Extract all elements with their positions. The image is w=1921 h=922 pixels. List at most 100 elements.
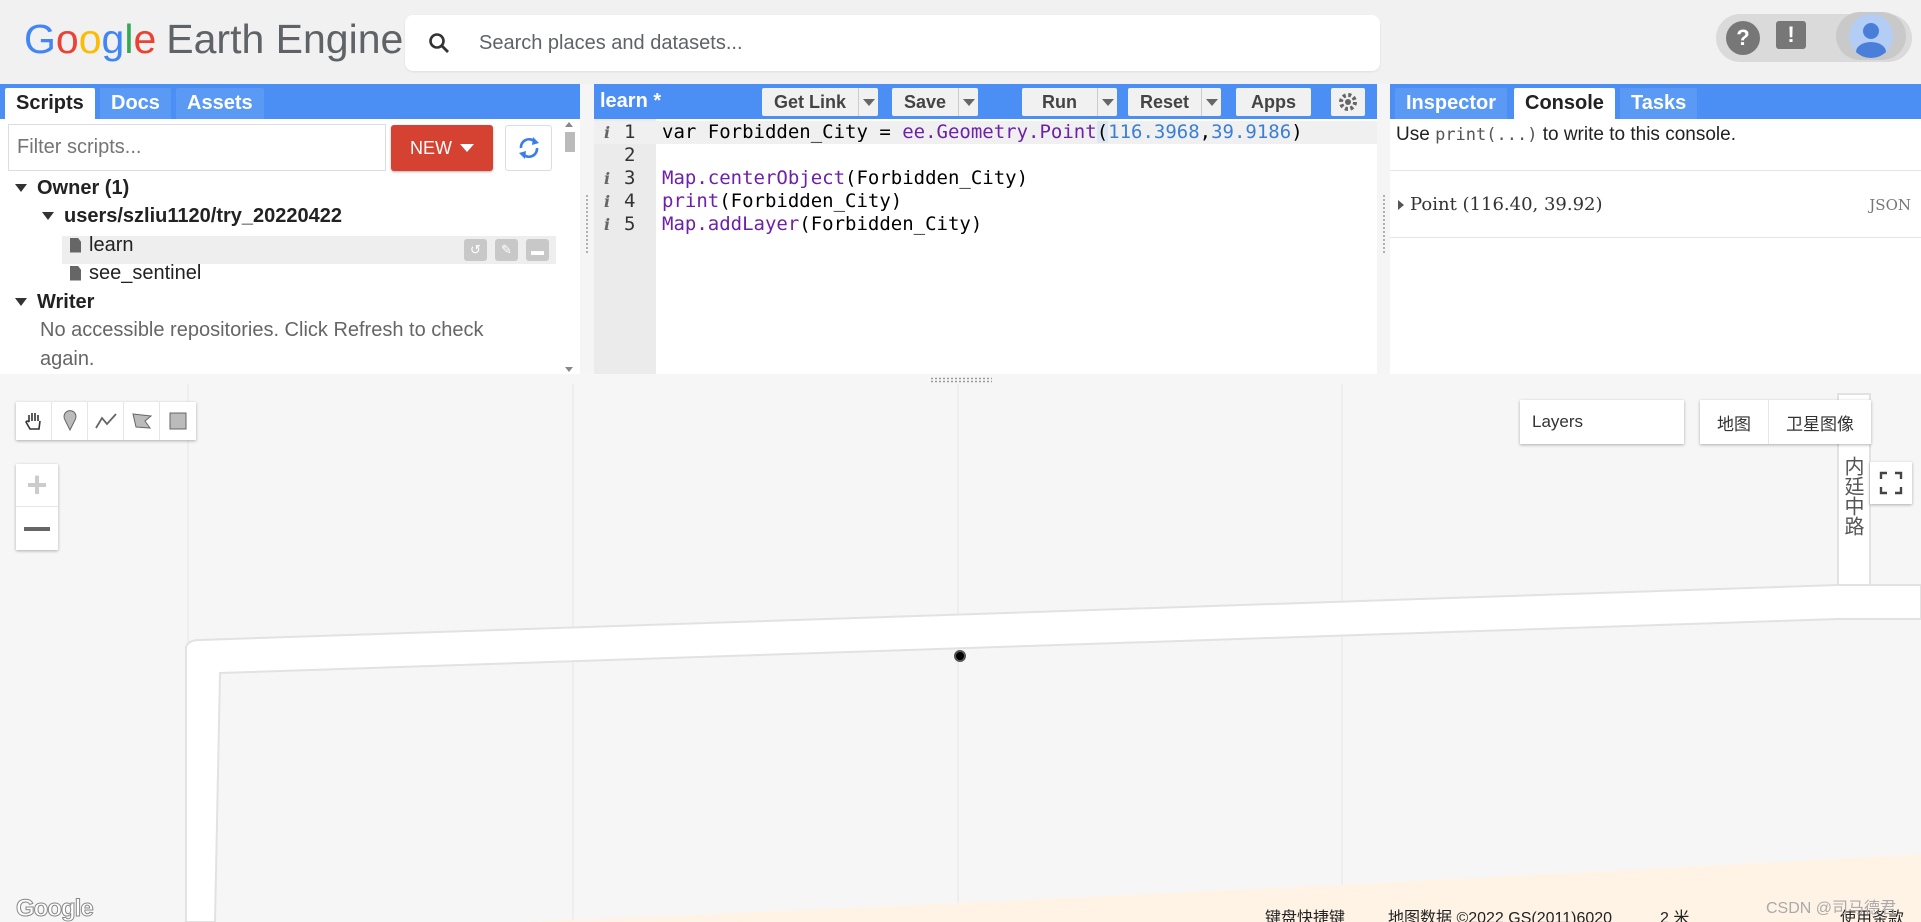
expand-arrow-icon[interactable]	[1398, 199, 1404, 210]
account-button[interactable]	[1836, 12, 1906, 60]
fullscreen-icon	[1879, 471, 1903, 495]
info-icon[interactable]: i	[604, 121, 610, 144]
json-toggle[interactable]: JSON	[1869, 196, 1911, 214]
earth-engine-logo[interactable]: Google Earth Engine	[24, 16, 403, 64]
writer-message: No accessible repositories. Click Refres…	[40, 318, 484, 341]
dropdown-icon[interactable]	[858, 88, 878, 116]
tree-scrollbar[interactable]	[563, 122, 577, 374]
repo-label: users/szliu1120/try_20220422	[64, 204, 342, 227]
tree-file-see-sentinel[interactable]: see_sentinel	[70, 259, 201, 287]
code-token: ee.Geometry.Point	[902, 121, 1097, 143]
left-splitter[interactable]	[580, 84, 594, 374]
code-token: )	[1291, 121, 1303, 143]
settings-button[interactable]	[1331, 88, 1365, 116]
reset-button[interactable]: Reset	[1128, 88, 1222, 116]
console-help-part: to write to this console.	[1537, 124, 1736, 145]
expand-caret-icon	[15, 298, 27, 306]
file-row-actions: ↺ ✎ ▬	[464, 239, 549, 261]
tree-file-learn[interactable]: learn	[70, 231, 133, 259]
help-icon[interactable]: ?	[1726, 21, 1760, 55]
search-icon	[429, 33, 449, 53]
run-button[interactable]: Run	[1022, 88, 1117, 116]
map-type-roadmap[interactable]: 地图	[1700, 400, 1768, 444]
save-button[interactable]: Save	[892, 88, 979, 116]
map-canvas[interactable]: + Layers 地图 卫星图像 内廷中路 Google 键盘快捷键 地图数据 …	[0, 374, 1921, 922]
point-marker-icon[interactable]	[52, 402, 88, 440]
refresh-button[interactable]	[505, 125, 552, 171]
code-line[interactable]: var Forbidden_City = ee.Geometry.Point(1…	[656, 121, 1377, 144]
code-line[interactable]: Map.centerObject(Forbidden_City)	[656, 167, 1377, 190]
editor-toolbar: learn * Get Link Save Run Reset Apps	[594, 84, 1377, 119]
line-tool-icon[interactable]	[88, 402, 124, 440]
code-token: (	[1096, 121, 1109, 143]
scroll-up-icon[interactable]	[565, 122, 573, 127]
tab-inspector[interactable]: Inspector	[1395, 88, 1508, 119]
road-label: 内廷中路	[1841, 456, 1863, 536]
right-tab-strip: Inspector Console Tasks	[1390, 84, 1921, 119]
new-script-button[interactable]: NEW	[391, 125, 493, 171]
feedback-icon[interactable]: !	[1776, 21, 1806, 49]
console-help-part: Use	[1396, 124, 1436, 145]
minus-icon	[24, 526, 50, 531]
splitter-grip[interactable]	[1382, 194, 1386, 254]
dropdown-icon[interactable]	[958, 88, 978, 116]
dropdown-icon[interactable]	[1201, 88, 1221, 116]
line-number-row: i1	[594, 121, 656, 144]
polygon-tool-icon[interactable]	[124, 402, 160, 440]
delete-icon[interactable]: ▬	[526, 239, 549, 261]
logo-letter: o	[55, 16, 79, 62]
apps-label: Apps	[1251, 91, 1296, 112]
console-help-code: print(...)	[1435, 125, 1538, 145]
logo-letter: e	[133, 16, 157, 62]
tab-assets[interactable]: Assets	[176, 88, 264, 119]
zoom-out-button[interactable]	[16, 507, 58, 550]
line-gutter: i1 2 i3 i4 i5	[594, 119, 656, 374]
tree-owner-group[interactable]: Owner (1)	[15, 174, 129, 202]
info-icon[interactable]: i	[604, 213, 610, 236]
map-tiles	[185, 384, 1921, 922]
keyboard-shortcuts-link[interactable]: 键盘快捷键	[1265, 904, 1345, 922]
geometry-point-marker[interactable]	[954, 650, 966, 662]
dropdown-icon[interactable]	[1097, 88, 1117, 116]
history-icon[interactable]: ↺	[464, 239, 487, 261]
info-icon[interactable]: i	[604, 167, 610, 190]
info-icon[interactable]: i	[604, 190, 610, 213]
code-line[interactable]: Map.addLayer(Forbidden_City)	[656, 213, 1377, 236]
tab-docs[interactable]: Docs	[100, 88, 171, 119]
right-splitter[interactable]	[1377, 84, 1391, 374]
get-link-button[interactable]: Get Link	[762, 88, 879, 116]
map-resize-grip[interactable]	[930, 377, 992, 383]
code-area[interactable]: var Forbidden_City = ee.Geometry.Point(1…	[656, 119, 1377, 374]
tab-console[interactable]: Console	[1514, 88, 1615, 119]
scroll-down-icon[interactable]	[565, 367, 573, 372]
rectangle-tool-icon[interactable]	[160, 402, 196, 440]
zoom-in-button[interactable]: +	[16, 464, 58, 507]
left-tab-strip: Scripts Docs Assets	[0, 84, 580, 119]
tree-writer-group[interactable]: Writer	[15, 288, 94, 316]
fullscreen-button[interactable]	[1870, 462, 1912, 504]
filter-scripts-input[interactable]	[17, 136, 377, 159]
console-output-text: Point (116.40, 39.92)	[1410, 194, 1603, 215]
apps-button[interactable]: Apps	[1236, 88, 1311, 116]
script-title: learn *	[600, 90, 662, 112]
tab-tasks[interactable]: Tasks	[1620, 88, 1698, 119]
console-output-item[interactable]: Point (116.40, 39.92)	[1398, 194, 1603, 215]
console-help-text: Use print(...) to write to this console.	[1396, 124, 1736, 146]
file-icon	[70, 265, 81, 281]
code-token: Map.addLayer	[662, 213, 800, 235]
filter-scripts-field[interactable]	[8, 124, 386, 171]
map-type-satellite[interactable]: 卫星图像	[1769, 400, 1871, 444]
search-bar[interactable]	[405, 15, 1380, 71]
splitter-grip[interactable]	[585, 194, 589, 254]
layers-button[interactable]: Layers	[1520, 400, 1684, 444]
code-line[interactable]: print(Forbidden_City)	[656, 190, 1377, 213]
edit-icon[interactable]: ✎	[495, 239, 518, 261]
file-icon	[70, 237, 81, 253]
pan-hand-icon[interactable]	[16, 402, 52, 440]
scroll-thumb[interactable]	[565, 132, 575, 152]
code-editor-panel: learn * Get Link Save Run Reset Apps i1 …	[594, 84, 1377, 374]
line-number: 5	[624, 213, 636, 235]
tree-repo[interactable]: users/szliu1120/try_20220422	[42, 202, 342, 230]
search-input[interactable]	[479, 31, 1339, 55]
tab-scripts[interactable]: Scripts	[5, 88, 95, 119]
